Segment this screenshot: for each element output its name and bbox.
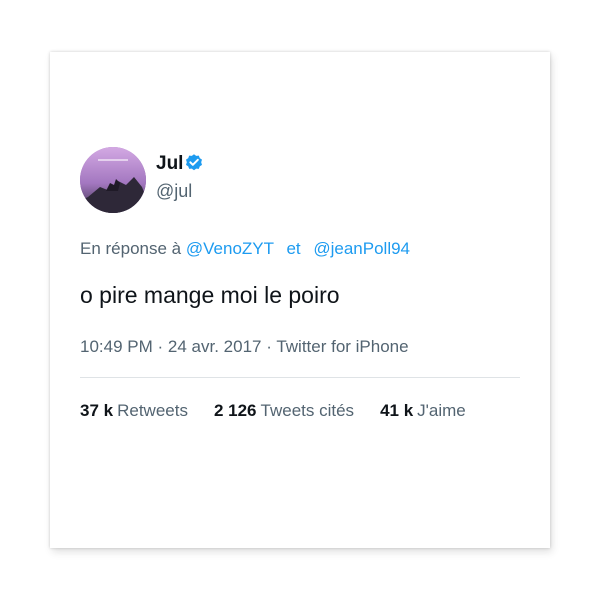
retweets-count: 37 k [80,401,114,420]
tweet-date[interactable]: 24 avr. 2017 [168,337,262,356]
verified-badge-icon [186,154,202,171]
mention-link-jeanpoll94[interactable]: @jeanPoll94 [313,239,410,258]
retweets-stat[interactable]: 37 k Retweets [80,401,188,421]
quote-tweets-count: 2 126 [213,401,257,420]
user-handle[interactable]: @jul [156,181,192,202]
display-name[interactable]: Jul [156,153,183,175]
tweet-stats: 37 k Retweets 2 126 Tweets cités 41 k J'aim… [80,401,466,421]
reply-context: En réponse à @VenoZYT et @jeanPoll94 [80,239,410,259]
avatar[interactable] [80,147,146,213]
tweet-meta: 10:49 PM · 24 avr. 2017 · Twitter for iP… [80,337,409,357]
meta-dot: · [266,337,272,356]
likes-stat[interactable]: 41 k J'aime [380,401,466,421]
tweet-source[interactable]: Twitter for iPhone [276,337,408,356]
quote-tweets-label: Tweets cités [260,401,355,420]
avatar-image [80,147,146,213]
likes-label: J'aime [417,401,466,420]
divider [80,377,520,378]
mention-link-venozyt[interactable]: @VenoZYT [186,239,274,258]
reply-prefix: En réponse à [80,239,182,258]
reply-separator: et [286,239,301,258]
quote-tweets-stat[interactable]: 2 126 Tweets cités [214,401,354,421]
retweets-label: Retweets [117,401,188,420]
tweet-text: o pire mange moi le poiro [80,282,340,308]
tweet-time[interactable]: 10:49 PM [80,337,153,356]
meta-dot: · [157,337,164,356]
likes-count: 41 k [380,401,414,420]
poster-card: Jul @jul En réponse à @VenoZYT et @jeanP… [50,52,550,548]
